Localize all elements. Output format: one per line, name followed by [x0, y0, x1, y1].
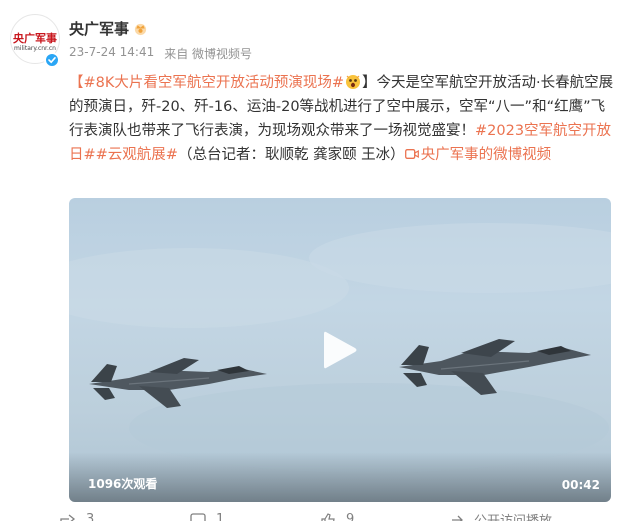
- topic-link-main[interactable]: #8K大片看空军航空开放活动预演现场#: [84, 75, 345, 91]
- bracket-open: 【: [69, 75, 84, 91]
- action-bar: 3 1 9 公开访问播放: [60, 510, 620, 521]
- recommend-label: 公开访问播放: [474, 510, 552, 521]
- recommend-button[interactable]: 公开访问播放: [450, 510, 610, 521]
- share-button[interactable]: 3: [60, 510, 190, 521]
- avatar-logo-subtext: military.cnr.cn: [14, 45, 56, 52]
- like-icon: [321, 512, 335, 521]
- post-source: 来自 微博视频号: [164, 47, 253, 61]
- video-link[interactable]: 央广军事的微博视频: [404, 147, 552, 163]
- video-camera-icon: [404, 149, 419, 159]
- share-count: 3: [86, 512, 95, 521]
- comment-count: 1: [216, 512, 225, 521]
- post-credit: （总台记者：耿顺乾 龚家颐 王冰）: [177, 147, 405, 163]
- video-player[interactable]: 1096次观看 00:42: [69, 198, 611, 502]
- like-count: 9: [346, 512, 355, 521]
- author-row: 央广军事: [69, 17, 148, 39]
- surprised-emoji-icon: [346, 75, 361, 89]
- crown-icon: [134, 23, 147, 35]
- arrow-icon: [452, 515, 463, 521]
- post-date[interactable]: 23-7-24 14:41: [69, 45, 154, 62]
- author-name[interactable]: 央广军事: [69, 18, 129, 39]
- video-duration: 00:42: [561, 478, 600, 492]
- view-count: 1096次观看: [88, 477, 158, 491]
- comment-button[interactable]: 1: [190, 510, 320, 521]
- avatar-logo-text: 央广军事: [13, 32, 57, 45]
- topic-link-cloud[interactable]: #云观航展#: [96, 147, 178, 163]
- comment-icon: [190, 512, 206, 521]
- like-button[interactable]: 9: [320, 510, 450, 521]
- play-icon[interactable]: [320, 328, 360, 372]
- post-text: 【#8K大片看空军航空开放活动预演现场# 】今天是空军航空开放活动·长春航空展的预…: [69, 71, 617, 167]
- post-meta: 23-7-24 14:41 来自 微博视频号: [69, 45, 252, 62]
- video-link-text: 央广军事的微博视频: [420, 147, 552, 163]
- verified-badge-icon: [44, 52, 60, 68]
- share-icon: [60, 513, 76, 521]
- bracket-close: 】: [362, 75, 377, 91]
